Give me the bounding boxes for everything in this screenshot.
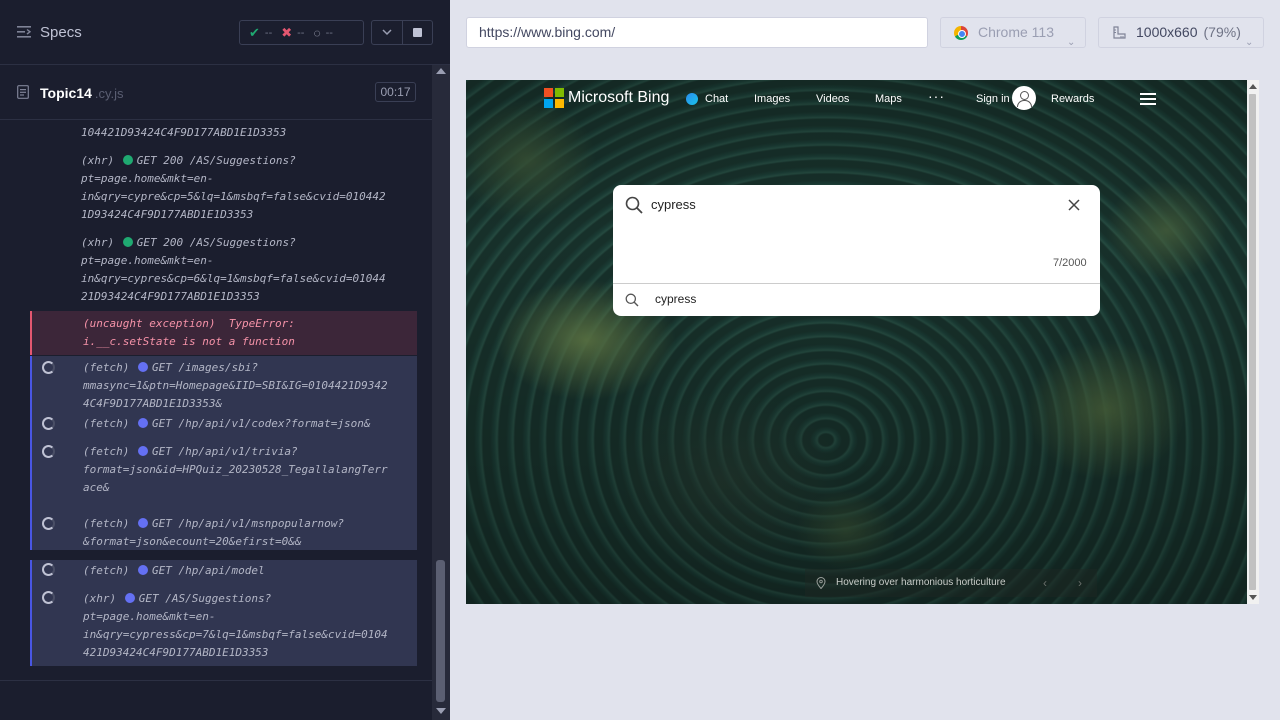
logo-square bbox=[544, 99, 553, 108]
stop-button[interactable] bbox=[403, 20, 433, 45]
specs-title[interactable]: Specs bbox=[40, 24, 82, 41]
check-icon: ✔ bbox=[249, 24, 260, 40]
logo-square bbox=[555, 99, 564, 108]
spinner-icon bbox=[42, 361, 55, 374]
suggestion-item[interactable]: cypress bbox=[613, 284, 1100, 316]
spinner-icon bbox=[42, 417, 55, 430]
page-scrollbar[interactable] bbox=[1247, 80, 1259, 604]
sign-in-link[interactable]: Sign in bbox=[976, 93, 1010, 105]
status-dot-icon bbox=[122, 155, 133, 165]
search-input[interactable]: cypress bbox=[651, 197, 696, 212]
specs-header: Specs ✔ -- ✖ -- ◌ -- bbox=[0, 0, 450, 65]
status-dot-icon bbox=[122, 237, 133, 247]
chevron-down-icon: ⌄ bbox=[1245, 37, 1254, 48]
chevron-down-icon bbox=[382, 29, 392, 36]
specs-list-icon[interactable] bbox=[17, 26, 31, 38]
command-log: 104421D93424C4F9D177ABD1E1D3353 (xhr) GE… bbox=[0, 120, 432, 680]
expand-button[interactable] bbox=[371, 20, 403, 45]
more-icon[interactable]: ··· bbox=[928, 88, 945, 104]
status-dot-icon bbox=[137, 362, 148, 372]
spec-file-name[interactable]: Topic14 .cy.js bbox=[40, 85, 124, 101]
search-icon bbox=[625, 196, 643, 214]
log-entry-fetch[interactable]: (fetch) GET /hp/api/model bbox=[30, 560, 417, 588]
spinner-icon bbox=[42, 563, 55, 576]
char-count: 7/2000 bbox=[1053, 257, 1087, 269]
chevron-left-icon[interactable]: ‹ bbox=[1043, 569, 1047, 597]
log-entry-xhr[interactable]: (xhr) GET 200 /AS/Suggestions? pt=page.h… bbox=[30, 152, 417, 224]
status-dot-icon bbox=[137, 518, 148, 528]
avatar-icon[interactable] bbox=[1012, 86, 1036, 110]
log-entry-fetch[interactable]: (fetch) GET /hp/api/v1/msnpopularnow? &f… bbox=[30, 504, 417, 550]
log-entry-uncaught-exception[interactable]: (uncaught exception) TypeError: i.__c.se… bbox=[30, 311, 417, 355]
chat-icon[interactable] bbox=[686, 93, 698, 105]
divider bbox=[0, 680, 432, 681]
spinner-icon bbox=[42, 445, 55, 458]
search-box[interactable]: cypress 7/2000 cypress bbox=[613, 185, 1100, 316]
chevron-right-icon[interactable]: › bbox=[1078, 569, 1082, 597]
nav-chat[interactable]: Chat bbox=[705, 93, 728, 105]
cypress-reporter-panel: Specs ✔ -- ✖ -- ◌ -- Topic14 .cy.js 00:17 10… bbox=[0, 0, 450, 720]
spinner-icon bbox=[42, 591, 55, 604]
log-entry-fetch[interactable]: (fetch) GET /hp/api/v1/codex?format=json… bbox=[30, 412, 417, 440]
failed-stat: ✖ -- bbox=[281, 24, 305, 40]
pending-stat: ◌ -- bbox=[313, 25, 333, 40]
search-icon bbox=[625, 293, 639, 307]
scroll-down-arrow-icon[interactable] bbox=[436, 708, 446, 714]
log-entry-fetch[interactable]: (fetch) GET /hp/api/v1/trivia? format=js… bbox=[30, 440, 417, 504]
file-icon bbox=[17, 85, 29, 99]
x-icon: ✖ bbox=[281, 24, 293, 40]
bing-brand[interactable]: Microsoft Bing bbox=[568, 89, 669, 107]
bing-page: Microsoft Bing Chat Images Videos Maps ·… bbox=[466, 80, 1247, 604]
microsoft-logo-icon[interactable] bbox=[544, 88, 564, 108]
logo-square bbox=[555, 88, 564, 97]
status-dot-icon bbox=[124, 593, 135, 603]
log-entry-fetch[interactable]: (fetch) GET /images/sbi? mmasync=1&ptn=H… bbox=[30, 356, 417, 412]
ruler-icon bbox=[1113, 26, 1126, 39]
bing-header: Microsoft Bing Chat Images Videos Maps ·… bbox=[466, 80, 1247, 120]
image-caption[interactable]: Hovering over harmonious horticulture ‹ … bbox=[805, 569, 1097, 597]
log-scrollbar-thumb[interactable] bbox=[436, 560, 445, 702]
close-icon[interactable] bbox=[1067, 198, 1081, 212]
nav-maps[interactable]: Maps bbox=[875, 93, 902, 105]
stop-icon bbox=[413, 28, 422, 37]
log-entry-xhr[interactable]: (xhr) GET 200 /AS/Suggestions? pt=page.h… bbox=[30, 234, 417, 306]
test-stats: ✔ -- ✖ -- ◌ -- bbox=[239, 20, 364, 45]
location-pin-icon bbox=[816, 577, 826, 589]
status-dot-icon bbox=[137, 565, 148, 575]
status-dot-icon bbox=[137, 418, 148, 428]
spec-file-header: Topic14 .cy.js 00:17 bbox=[0, 65, 432, 120]
caption-text: Hovering over harmonious horticulture bbox=[836, 577, 1006, 588]
spinner-icon bbox=[42, 517, 55, 530]
status-dot-icon bbox=[137, 446, 148, 456]
hamburger-menu-icon[interactable] bbox=[1140, 93, 1156, 105]
url-bar[interactable]: https://www.bing.com/ bbox=[466, 17, 928, 48]
scroll-down-arrow-icon[interactable] bbox=[1249, 595, 1257, 600]
passed-stat: ✔ -- bbox=[249, 24, 273, 40]
page-scrollbar-thumb[interactable] bbox=[1249, 94, 1256, 590]
chrome-icon bbox=[954, 26, 968, 40]
rewards-link[interactable]: Rewards bbox=[1051, 93, 1094, 105]
spinner-icon: ◌ bbox=[313, 25, 321, 40]
viewport-selector[interactable]: 1000x660 (79%) ⌄ bbox=[1098, 17, 1264, 48]
chevron-down-icon: ⌄ bbox=[1067, 37, 1076, 48]
log-fragment: 104421D93424C4F9D177ABD1E1D3353 bbox=[81, 126, 287, 139]
scroll-up-arrow-icon[interactable] bbox=[436, 68, 446, 74]
duration-badge: 00:17 bbox=[375, 82, 416, 102]
app-preview-panel: https://www.bing.com/ Chrome 113 ⌄ 1000x… bbox=[450, 0, 1280, 720]
logo-square bbox=[544, 88, 553, 97]
nav-images[interactable]: Images bbox=[754, 93, 790, 105]
nav-videos[interactable]: Videos bbox=[816, 93, 849, 105]
scroll-up-arrow-icon[interactable] bbox=[1249, 84, 1257, 89]
log-entry-xhr[interactable]: (xhr) GET /AS/Suggestions? pt=page.home&… bbox=[30, 588, 417, 666]
browser-selector[interactable]: Chrome 113 ⌄ bbox=[940, 17, 1086, 48]
suggestion-text: cypress bbox=[655, 292, 697, 306]
